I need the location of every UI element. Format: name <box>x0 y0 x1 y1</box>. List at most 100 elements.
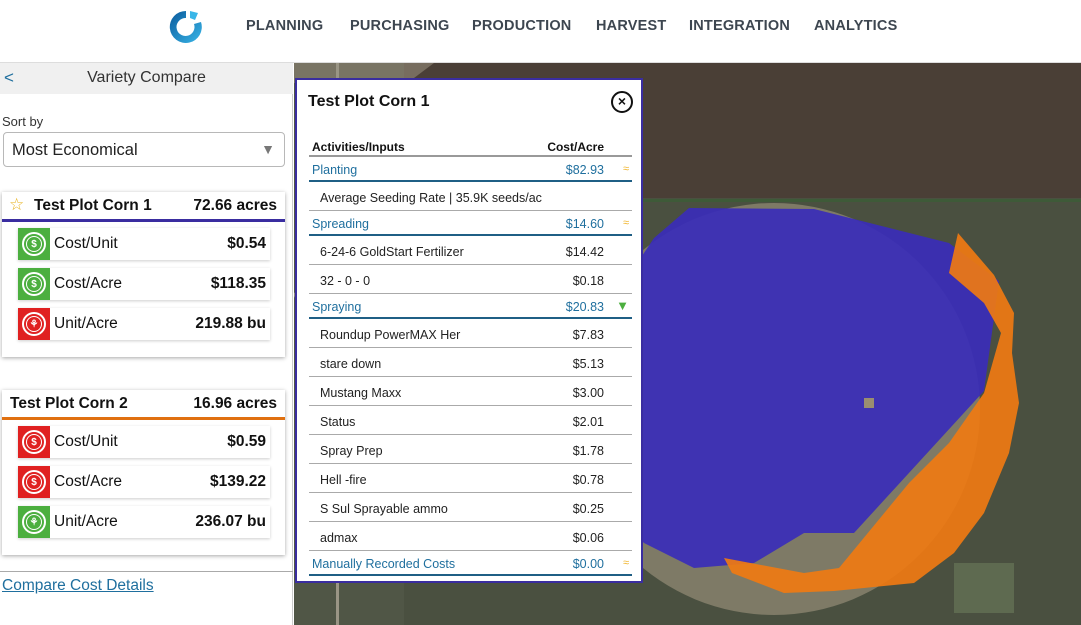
metric-unit-acre: ⚘ Unit/Acre 236.07 bu <box>18 506 270 538</box>
variety-color-bar <box>2 219 285 222</box>
sort-by-select[interactable]: Most Economical ▼ <box>3 132 285 167</box>
approx-icon[interactable]: ≈ <box>623 217 629 229</box>
nav-purchasing[interactable]: PURCHASING <box>350 18 449 34</box>
cost-item-row: Status $2.01 <box>309 406 632 435</box>
wheat-icon: ⚘ <box>18 308 50 340</box>
row-cost: $0.25 <box>572 502 604 516</box>
variety-card-header: ☆ Test Plot Corn 1 72.66 acres <box>2 192 285 220</box>
metric-value: $0.59 <box>227 433 266 450</box>
divider <box>0 571 293 572</box>
metric-value: 236.07 bu <box>195 513 266 530</box>
column-header-cost: Cost/Acre <box>547 140 604 154</box>
dropdown-arrow-icon: ▼ <box>261 141 275 157</box>
cost-item-row: stare down $5.13 <box>309 348 632 377</box>
row-cost: $0.78 <box>572 473 604 487</box>
metric-label: Cost/Acre <box>54 275 123 292</box>
metric-value: 219.88 bu <box>195 315 266 332</box>
cost-item-row: Hell -fire $0.78 <box>309 464 632 493</box>
row-cost: $2.01 <box>572 415 604 429</box>
star-icon[interactable]: ☆ <box>9 195 24 215</box>
metric-label: Unit/Acre <box>54 513 118 530</box>
row-name: Spray Prep <box>320 444 383 458</box>
row-cost: $14.42 <box>565 245 604 259</box>
close-icon[interactable]: × <box>611 91 633 113</box>
nav-integration[interactable]: INTEGRATION <box>689 18 790 34</box>
metric-cost-unit: $ Cost/Unit $0.59 <box>18 426 270 458</box>
back-chevron-icon[interactable]: < <box>4 68 14 88</box>
nav-planning[interactable]: PLANNING <box>246 18 323 34</box>
nav-harvest[interactable]: HARVEST <box>596 18 666 34</box>
row-name: S Sul Sprayable ammo <box>320 502 448 516</box>
metric-value: $139.22 <box>209 473 266 490</box>
compare-cost-details-link[interactable]: Compare Cost Details <box>2 577 154 595</box>
approx-icon[interactable]: ≈ <box>623 557 629 569</box>
panel-title: Variety Compare <box>87 69 206 86</box>
row-cost: $20.83 <box>565 300 604 314</box>
row-cost: $0.06 <box>572 531 604 545</box>
row-name: Average Seeding Rate | 35.9K seeds/ac <box>320 191 542 205</box>
metric-label: Cost/Unit <box>54 235 118 252</box>
row-name: Mustang Maxx <box>320 386 402 400</box>
row-name: 32 - 0 - 0 <box>320 274 371 288</box>
row-cost: $14.60 <box>565 217 604 231</box>
variety-acres: 72.66 acres <box>193 197 277 214</box>
variety-compare-panel: Variety Compare < Sort by Most Economica… <box>0 63 293 625</box>
metric-cost-unit: $ Cost/Unit $0.54 <box>18 228 270 260</box>
row-cost: $0.18 <box>572 274 604 288</box>
variety-card-1[interactable]: ☆ Test Plot Corn 1 72.66 acres $ Cost/Un… <box>2 192 285 357</box>
collapse-arrow-icon[interactable]: ▼ <box>616 298 629 313</box>
cost-group-row[interactable]: Manually Recorded Costs $0.00 ≈ <box>309 551 632 576</box>
farm-buildings <box>954 563 1014 613</box>
row-name: admax <box>320 531 358 545</box>
panel-header: Variety Compare < <box>0 63 293 94</box>
row-cost: $3.00 <box>572 386 604 400</box>
row-name: Spraying <box>312 300 362 314</box>
sort-by-label: Sort by <box>2 114 44 129</box>
variety-name: Test Plot Corn 1 <box>34 197 152 214</box>
sort-selected-value: Most Economical <box>12 141 138 159</box>
approx-icon[interactable]: ≈ <box>623 163 629 175</box>
dollar-icon: $ <box>18 268 50 300</box>
cost-item-row: admax $0.06 <box>309 522 632 551</box>
row-name: 6-24-6 GoldStart Fertilizer <box>320 245 464 259</box>
row-cost: $0.00 <box>572 557 604 571</box>
pivot-center <box>864 398 874 408</box>
cost-table: Activities/Inputs Cost/Acre Planting $82.… <box>309 133 632 576</box>
wheat-icon: ⚘ <box>18 506 50 538</box>
metric-cost-acre: $ Cost/Acre $139.22 <box>18 466 270 498</box>
dollar-icon: $ <box>18 228 50 260</box>
dollar-icon: $ <box>18 466 50 498</box>
nav-analytics[interactable]: ANALYTICS <box>814 18 897 34</box>
metric-unit-acre: ⚘ Unit/Acre 219.88 bu <box>18 308 270 340</box>
nav-production[interactable]: PRODUCTION <box>472 18 571 34</box>
dollar-icon: $ <box>18 426 50 458</box>
row-name: Manually Recorded Costs <box>312 557 456 571</box>
metric-label: Cost/Unit <box>54 433 118 450</box>
cost-item-row: 32 - 0 - 0 $0.18 <box>309 265 632 294</box>
cost-item-row: S Sul Sprayable ammo $0.25 <box>309 493 632 522</box>
cost-item-row: 6-24-6 GoldStart Fertilizer $14.42 <box>309 236 632 265</box>
row-cost: $82.93 <box>565 163 604 177</box>
variety-card-2[interactable]: Test Plot Corn 2 16.96 acres $ Cost/Unit… <box>2 390 285 555</box>
cost-item-row: Roundup PowerMAX Her $7.83 <box>309 319 632 348</box>
table-header: Activities/Inputs Cost/Acre <box>309 133 632 157</box>
variety-acres: 16.96 acres <box>193 395 277 412</box>
cost-group-row[interactable]: Spreading $14.60 ≈ <box>309 211 632 236</box>
row-cost: $1.78 <box>572 444 604 458</box>
cost-detail-popup: Test Plot Corn 1 × Activities/Inputs Cos… <box>295 78 643 583</box>
row-cost: $5.13 <box>572 357 604 371</box>
cost-group-row[interactable]: Spraying $20.83 ▼ <box>309 294 632 319</box>
row-name: stare down <box>320 357 382 371</box>
cost-group-row[interactable]: Planting $82.93 ≈ <box>309 157 632 182</box>
variety-color-bar <box>2 417 285 420</box>
app-logo-icon[interactable] <box>168 9 204 45</box>
row-cost: $7.83 <box>572 328 604 342</box>
top-navigation: PLANNING PURCHASING PRODUCTION HARVEST I… <box>0 0 1081 63</box>
row-name: Status <box>320 415 356 429</box>
metric-value: $0.54 <box>227 235 266 252</box>
metric-label: Cost/Acre <box>54 473 123 490</box>
cost-item-row: Average Seeding Rate | 35.9K seeds/ac <box>309 182 632 211</box>
row-name: Planting <box>312 163 358 177</box>
variety-card-header: Test Plot Corn 2 16.96 acres <box>2 390 285 418</box>
popup-title: Test Plot Corn 1 <box>308 93 430 110</box>
